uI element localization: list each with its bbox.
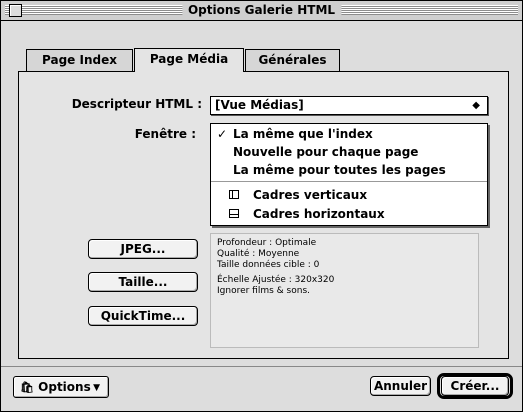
menu-item-label: La même pour toutes les pages bbox=[233, 163, 446, 177]
create-button[interactable]: Créer... bbox=[441, 376, 509, 396]
options-icon: 🛍 bbox=[20, 381, 34, 394]
popup-arrows-icon: ◆ bbox=[472, 100, 480, 111]
taille-button[interactable]: Taille... bbox=[88, 272, 198, 292]
info-line: Ignorer films & sons. bbox=[217, 286, 310, 296]
fenetre-menu: ✓ La même que l'index Nouvelle pour chaq… bbox=[210, 123, 488, 226]
menu-item-toutes-pages[interactable]: La même pour toutes les pages bbox=[211, 162, 487, 179]
menu-separator bbox=[211, 181, 487, 182]
menu-item-meme-index[interactable]: ✓ La même que l'index bbox=[211, 126, 487, 143]
menu-item-label: La même que l'index bbox=[233, 127, 373, 141]
chevron-down-icon: ▼ bbox=[93, 383, 100, 393]
vertical-frames-icon bbox=[229, 190, 239, 199]
window-title: Options Galerie HTML bbox=[181, 2, 342, 19]
options-label: Options bbox=[38, 380, 91, 394]
quicktime-button[interactable]: QuickTime... bbox=[88, 306, 198, 326]
settings-summary: Profondeur : Optimale Qualité : Moyenne … bbox=[210, 233, 479, 348]
menu-item-label: Nouvelle pour chaque page bbox=[233, 145, 419, 159]
menu-item-label: Cadres horizontaux bbox=[253, 207, 385, 221]
info-line: Profondeur : Optimale bbox=[217, 238, 317, 248]
info-line: Taille données cible : 0 bbox=[217, 260, 320, 270]
descripteur-value: [Vue Médias] bbox=[215, 98, 304, 112]
tab-page-media[interactable]: Page Média bbox=[134, 48, 244, 72]
close-box-icon[interactable] bbox=[9, 4, 22, 17]
menu-item-cadres-verticaux[interactable]: Cadres verticaux bbox=[211, 187, 487, 204]
jpeg-button[interactable]: JPEG... bbox=[88, 239, 198, 259]
menu-item-nouvelle-page[interactable]: Nouvelle pour chaque page bbox=[211, 144, 487, 161]
descripteur-popup[interactable]: [Vue Médias] ◆ bbox=[210, 96, 488, 115]
dialog-window: Options Galerie HTML Page Index Page Méd… bbox=[0, 0, 523, 412]
footer-divider bbox=[1, 366, 522, 367]
cancel-button[interactable]: Annuler bbox=[370, 376, 431, 396]
check-icon: ✓ bbox=[217, 127, 228, 141]
horizontal-frames-icon bbox=[229, 209, 239, 218]
menu-item-cadres-horizontaux[interactable]: Cadres horizontaux bbox=[211, 206, 487, 223]
options-button[interactable]: 🛍 Options ▼ bbox=[13, 376, 109, 398]
tab-generales[interactable]: Générales bbox=[245, 49, 340, 71]
fenetre-label: Fenêtre : bbox=[134, 127, 196, 141]
title-bar[interactable]: Options Galerie HTML bbox=[1, 1, 522, 21]
info-line: Qualité : Moyenne bbox=[217, 249, 300, 259]
descripteur-label: Descripteur HTML : bbox=[71, 97, 202, 111]
menu-item-label: Cadres verticaux bbox=[253, 188, 368, 202]
tab-page-index[interactable]: Page Index bbox=[26, 49, 133, 71]
info-line: Échelle Ajustée : 320x320 bbox=[217, 275, 335, 285]
